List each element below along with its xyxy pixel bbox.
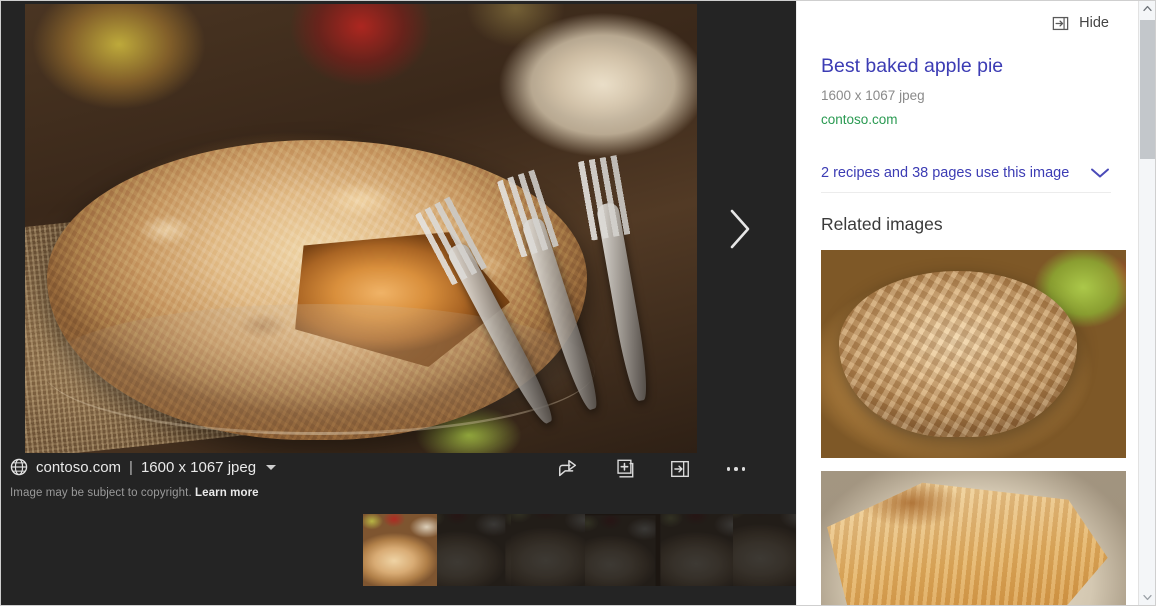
open-in-pane-button[interactable] [667,456,693,482]
filmstrip-thumbnail-selected[interactable] [363,514,437,586]
related-image-1-thumb [821,250,1126,458]
image-dimensions-meta: 1600 x 1067 jpeg [821,88,925,103]
filmstrip-thumbnail[interactable] [585,514,659,586]
image-title-link[interactable]: Best baked apple pie [821,54,1111,78]
more-options-icon [726,467,746,471]
next-image-button[interactable] [700,4,780,453]
caret-down-icon[interactable] [266,464,277,470]
more-options-button[interactable] [723,456,749,482]
related-image-item[interactable] [821,250,1126,458]
image-source-domain[interactable]: contoso.com [821,112,1111,127]
hide-button[interactable]: Hide [1051,14,1109,33]
scroll-up-button[interactable] [1139,0,1156,17]
image-details-pane: Hide Best baked apple pie 1600 x 1067 jp… [796,0,1156,606]
filmstrip-thumbnail[interactable] [437,514,511,586]
scrollbar-thumb[interactable] [1140,20,1155,159]
hide-button-label: Hide [1079,15,1109,31]
collapse-pane-icon [1052,16,1069,30]
related-images-list [821,250,1126,606]
image-viewer-page: contoso.com | 1600 x 1067 jpeg Image may… [0,0,1156,606]
chevron-down-icon [1143,594,1152,601]
image-action-bar [555,456,749,482]
main-image-photo [25,4,697,453]
scroll-down-button[interactable] [1139,589,1156,606]
related-image-2-thumb [821,471,1126,606]
forks [445,200,687,450]
chevron-right-icon [730,209,750,248]
pages-using-image-label: 2 recipes and 38 pages use this image [821,165,1070,181]
main-image[interactable] [25,4,697,453]
image-dimensions: 1600 x 1067 jpeg [140,458,257,476]
related-image-item[interactable] [821,471,1126,606]
image-viewer-pane: contoso.com | 1600 x 1067 jpeg Image may… [0,0,796,606]
thumbnail-filmstrip[interactable] [363,514,796,586]
add-to-collection-button[interactable] [611,456,637,482]
copyright-text: Image may be subject to copyright. [10,487,192,499]
learn-more-link[interactable]: Learn more [195,487,259,499]
source-domain[interactable]: contoso.com [36,459,121,476]
chevron-up-icon [1143,5,1152,12]
share-icon [559,460,577,477]
add-to-collection-icon [617,459,634,478]
image-details-content: Hide Best baked apple pie 1600 x 1067 jp… [797,0,1135,606]
share-button[interactable] [555,456,581,482]
attribution-separator: | [129,458,133,476]
filmstrip-thumbnail[interactable] [511,514,585,586]
filmstrip-thumbnail[interactable] [659,514,733,586]
chevron-down-icon [1089,166,1111,180]
image-attribution: contoso.com | 1600 x 1067 jpeg [10,458,277,476]
filmstrip-thumbnail[interactable] [733,514,796,586]
globe-icon [10,458,28,476]
hide-row: Hide [821,0,1111,46]
related-images-heading: Related images [821,214,943,234]
pages-using-image-row[interactable]: 2 recipes and 38 pages use this image [821,165,1111,193]
page-scrollbar[interactable] [1138,0,1156,606]
copyright-notice: Image may be subject to copyright. Learn… [10,487,259,499]
open-in-pane-icon [671,460,689,478]
